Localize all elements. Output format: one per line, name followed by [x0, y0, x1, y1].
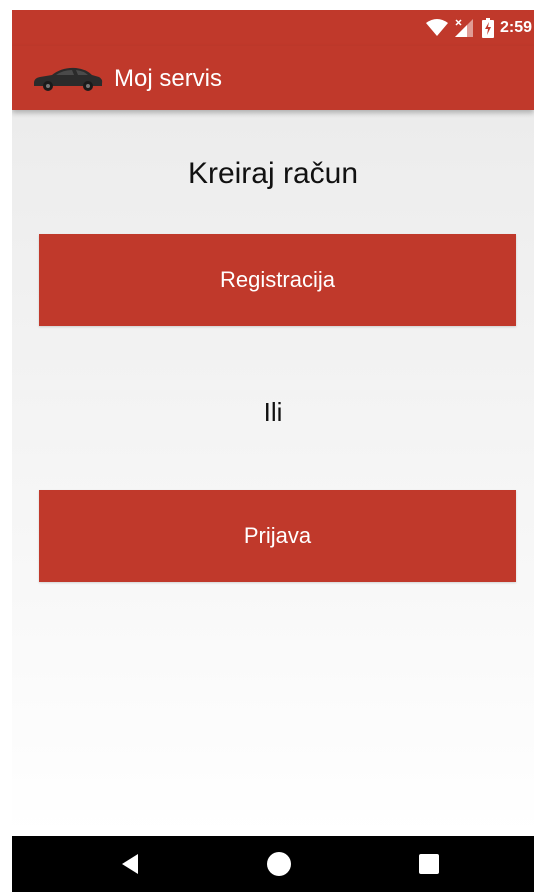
battery-charging-icon	[481, 18, 494, 38]
app-title: Moj servis	[114, 65, 223, 92]
register-button[interactable]: Registracija	[39, 234, 516, 326]
car-icon	[32, 64, 104, 92]
navigation-bar	[12, 836, 534, 892]
page-heading: Kreiraj račun	[187, 157, 359, 190]
status-time: 2:59	[499, 19, 532, 36]
cell-signal-icon	[454, 18, 474, 38]
back-icon[interactable]	[116, 850, 144, 878]
app-screen: 2:59 Moj servis Kreiraj račun Registraci…	[12, 10, 534, 892]
login-button[interactable]: Prijava	[39, 490, 516, 582]
status-icons: 2:59	[425, 17, 532, 39]
home-icon[interactable]	[265, 850, 293, 878]
or-separator-text: Ili	[263, 397, 283, 427]
recents-icon[interactable]	[415, 850, 443, 878]
wifi-icon	[425, 19, 448, 37]
main-content: Kreiraj račun Registracija Ili Prijava	[12, 110, 534, 836]
app-bar: Moj servis	[12, 46, 534, 110]
status-bar: 2:59	[12, 10, 534, 46]
